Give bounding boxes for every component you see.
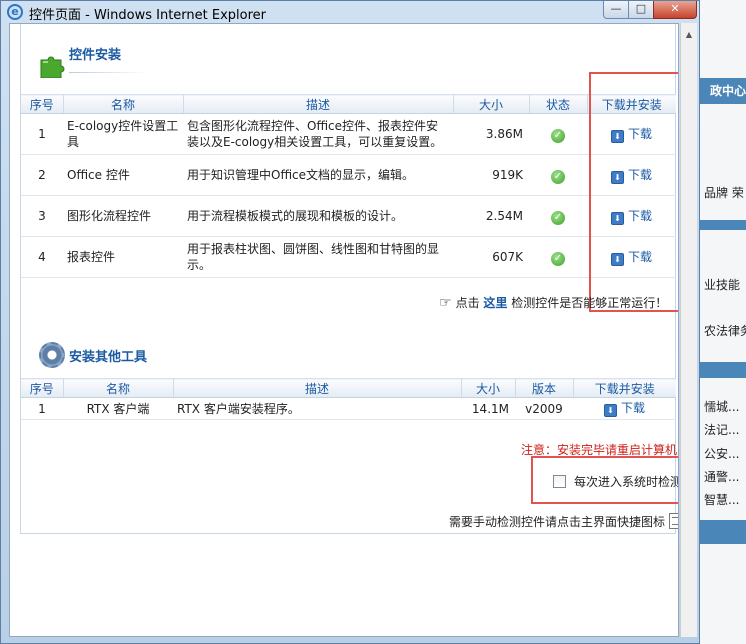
column-header: 描述 xyxy=(182,94,453,114)
ie-window: e 控件页面 - Windows Internet Explorer — □ ✕… xyxy=(0,0,700,644)
download-icon: ⬇ xyxy=(603,404,617,417)
status-ok-icon: ✓ xyxy=(551,210,565,225)
background-text: 业技能 xyxy=(704,278,741,292)
section-title-controls: 控件安装 xyxy=(69,48,122,63)
table-row: 3 图形化流程控件 用于流程模板模式的展现和模板的设计。 2.54M ✓ ⬇ 下载 xyxy=(21,195,676,237)
control-name: 图形化流程控件 xyxy=(63,195,183,237)
scroll-up-arrow-icon[interactable]: ▲ xyxy=(681,27,697,43)
download-label: 下载 xyxy=(620,401,645,415)
control-name: 报表控件 xyxy=(63,236,183,278)
hint-suffix: 检测控件是否能够正常运行！ xyxy=(511,296,668,310)
background-text: 公安... xyxy=(704,447,740,461)
control-name: Office 控件 xyxy=(63,154,183,196)
tool-size: 14.1M xyxy=(461,397,515,420)
download-cell: ⬇ 下载 xyxy=(573,397,676,420)
ie-logo-icon: e xyxy=(7,4,23,20)
row-number: 1 xyxy=(21,397,63,420)
control-description: 用于知识管理中Office文档的显示，编辑。 xyxy=(183,154,453,196)
tool-name: RTX 客户端 xyxy=(63,397,173,420)
row-number: 2 xyxy=(21,154,63,196)
pointing-hand-icon: ☞ xyxy=(439,295,452,311)
status-cell: ✓ xyxy=(529,195,587,237)
background-text: 品牌 荣 xyxy=(704,186,744,200)
column-header: 名称 xyxy=(62,94,183,114)
control-panel: 控件安装 序号 名称 描述 大小 状态 下载并安装 1 E-cology控件设置… xyxy=(20,24,679,534)
hint-prefix: 点击 xyxy=(455,296,480,310)
control-size: 2.54M xyxy=(453,195,529,237)
column-header: 名称 xyxy=(62,378,173,398)
shortcut-icon[interactable] xyxy=(669,513,678,529)
background-text: 农法律务 xyxy=(704,324,746,338)
controls-table: 序号 名称 描述 大小 状态 下载并安装 1 E-cology控件设置工具 包含… xyxy=(21,94,676,278)
window-title: 控件页面 - Windows Internet Explorer xyxy=(29,8,266,23)
column-header: 下载并安装 xyxy=(572,378,676,398)
table-row: 1 RTX 客户端 RTX 客户端安装程序。 14.1M v2009 ⬇ 下载 xyxy=(21,397,676,420)
tool-version: v2009 xyxy=(515,397,573,420)
control-description: 用于报表柱状图、圆饼图、线性图和甘特图的显示。 xyxy=(183,236,453,278)
control-description: 用于流程模板模式的展现和模板的设计。 xyxy=(183,195,453,237)
row-number: 1 xyxy=(21,113,63,155)
control-description: 包含图形化流程控件、Office控件、报表控件安装以及E-cology相关设置工… xyxy=(183,113,453,155)
column-header: 序号 xyxy=(21,94,63,114)
background-text: 通警... xyxy=(704,470,740,484)
column-header: 大小 xyxy=(460,378,515,398)
control-size: 919K xyxy=(453,154,529,196)
control-size: 3.86M xyxy=(453,113,529,155)
title-bar[interactable]: e 控件页面 - Windows Internet Explorer — □ ✕ xyxy=(1,1,699,23)
column-header: 版本 xyxy=(514,378,573,398)
vertical-scrollbar[interactable]: ▲ xyxy=(680,23,697,637)
row-number: 3 xyxy=(21,195,63,237)
download-link[interactable]: ⬇ 下载 xyxy=(603,401,645,417)
section-divider xyxy=(69,72,149,73)
background-text: 智慧... xyxy=(704,493,740,507)
maximize-button[interactable]: □ xyxy=(628,1,654,19)
table-header-row: 序号 名称 描述 大小 状态 下载并安装 xyxy=(21,94,676,114)
manual-check-text: 需要手动检测控件请点击主界面快捷图标 xyxy=(449,515,666,529)
status-cell: ✓ xyxy=(529,154,587,196)
gear-icon xyxy=(39,342,65,368)
minimize-button[interactable]: — xyxy=(603,1,629,19)
startup-check-checkbox[interactable] xyxy=(553,475,566,488)
background-text: 法记... xyxy=(704,423,740,437)
status-ok-icon: ✓ xyxy=(551,128,565,143)
startup-check-option[interactable]: 每次进入系统时检测 xyxy=(553,473,679,490)
highlight-box-download xyxy=(589,72,678,312)
puzzle-icon xyxy=(40,56,65,78)
table-row: 4 报表控件 用于报表柱状图、圆饼图、线性图和甘特图的显示。 607K ✓ ⬇ 下… xyxy=(21,236,676,278)
background-band xyxy=(700,520,746,544)
check-hint: ☞ 点击 这里 检测控件是否能够正常运行！ xyxy=(439,294,667,311)
background-header-text: 政中心 xyxy=(710,84,746,98)
row-number: 4 xyxy=(21,236,63,278)
manual-check-note: 需要手动检测控件请点击主界面快捷图标 xyxy=(449,513,678,530)
column-header: 大小 xyxy=(452,94,529,114)
check-here-link[interactable]: 这里 xyxy=(483,296,507,310)
table-row: 2 Office 控件 用于知识管理中Office文档的显示，编辑。 919K … xyxy=(21,154,676,196)
status-ok-icon: ✓ xyxy=(551,251,565,266)
background-text: 懦城... xyxy=(704,400,740,414)
table-header-row: 序号 名称 描述 大小 版本 下载并安装 xyxy=(21,378,676,398)
background-band xyxy=(700,220,746,230)
close-button[interactable]: ✕ xyxy=(653,1,697,19)
column-header: 描述 xyxy=(172,378,461,398)
control-name: E-cology控件设置工具 xyxy=(63,113,183,155)
status-cell: ✓ xyxy=(529,113,587,155)
startup-check-label: 每次进入系统时检测 xyxy=(574,475,679,489)
status-ok-icon: ✓ xyxy=(551,169,565,184)
status-cell: ✓ xyxy=(529,236,587,278)
table-row: 1 E-cology控件设置工具 包含图形化流程控件、Office控件、报表控件… xyxy=(21,113,676,155)
background-app: 政中心 品牌 荣 业技能 农法律务 懦城... 法记... 公安... 通警..… xyxy=(700,0,746,644)
tool-description: RTX 客户端安装程序。 xyxy=(173,397,461,420)
page-content: 控件安装 序号 名称 描述 大小 状态 下载并安装 1 E-cology控件设置… xyxy=(9,23,679,637)
section-title-other-tools: 安装其他工具 xyxy=(69,350,148,365)
column-header: 序号 xyxy=(21,378,63,398)
column-header: 状态 xyxy=(528,94,587,114)
background-band xyxy=(700,362,746,378)
tools-table: 序号 名称 描述 大小 版本 下载并安装 1 RTX 客户端 RTX 客户端安装… xyxy=(21,378,676,420)
control-size: 607K xyxy=(453,236,529,278)
